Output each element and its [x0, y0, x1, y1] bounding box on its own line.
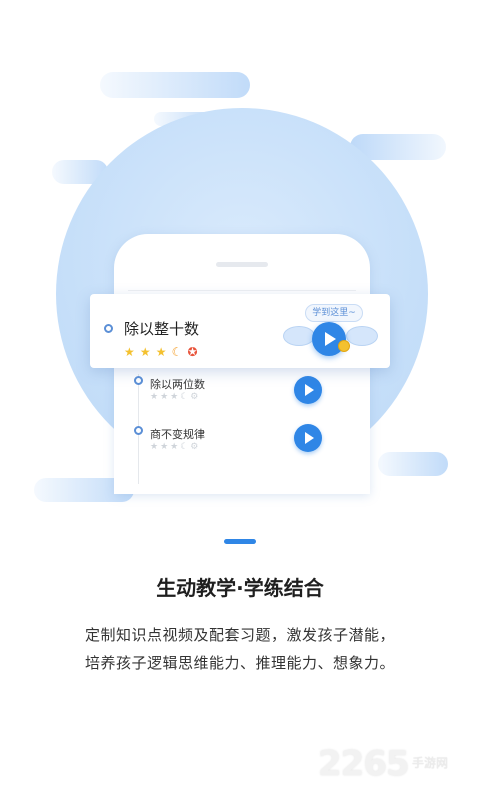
star-icon: ★: [155, 345, 167, 359]
phone-speaker: [216, 262, 268, 267]
lesson-title: 商不变规律: [150, 428, 205, 441]
divider: [128, 290, 356, 291]
cloud-decoration: [378, 452, 448, 476]
play-button[interactable]: [294, 424, 322, 452]
wing-icon: [283, 326, 315, 346]
description-line: 定制知识点视频及配套习题，激发孩子潜能，: [84, 626, 395, 644]
lesson-title: 除以两位数: [150, 378, 205, 391]
play-button[interactable]: [294, 376, 322, 404]
star-rating: ★★★☾⚙: [150, 392, 201, 402]
cloud-decoration: [100, 72, 250, 98]
timeline-dot: [134, 376, 143, 385]
progress-bubble: 学到这里~: [305, 304, 363, 322]
watermark-logo: 2265: [318, 744, 410, 784]
star-rating: ★ ★ ★ ☾ ✪: [124, 341, 198, 360]
star-icon: ★: [124, 345, 135, 359]
moon-icon: ☾: [171, 345, 183, 359]
lesson-title: 除以整十数: [124, 320, 200, 338]
watermark-text: 手游网: [412, 756, 449, 770]
page-title: 生动教学·学练结合: [156, 576, 324, 600]
coin-icon: [338, 340, 350, 352]
star-rating: ★★★☾⚙: [150, 442, 201, 452]
page-indicator: [224, 539, 256, 544]
badge-icon: ✪: [187, 345, 198, 359]
wing-icon: [346, 326, 378, 346]
description-line: 培养孩子逻辑思维能力、推理能力、想象力。: [84, 654, 395, 672]
timeline-dot: [104, 324, 113, 333]
star-icon: ★: [139, 345, 151, 359]
timeline-dot: [134, 426, 143, 435]
